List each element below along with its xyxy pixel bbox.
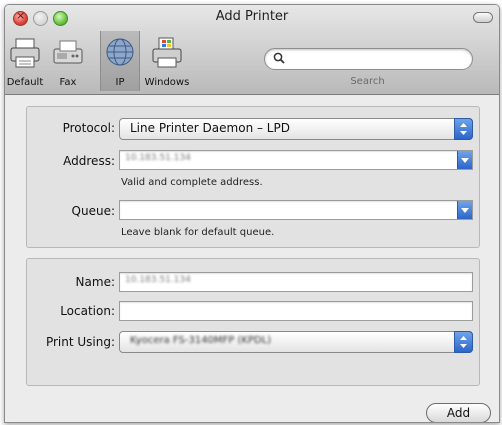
add-printer-window: Add Printer Default Fax xyxy=(4,4,500,423)
protocol-popup[interactable]: Line Printer Daemon – LPD xyxy=(119,118,473,140)
window-title: Add Printer xyxy=(215,9,289,24)
chevron-down-icon[interactable] xyxy=(457,151,472,169)
toolbar-item-fax-label: Fax xyxy=(59,77,77,88)
name-label: Name: xyxy=(75,275,115,289)
add-button[interactable]: Add xyxy=(426,403,491,422)
location-label: Location: xyxy=(60,304,115,318)
search-field[interactable] xyxy=(264,48,473,70)
print-using-value: Kyocera FS-3140MFP (KPDL) xyxy=(130,335,272,346)
toolbar-item-default[interactable]: Default xyxy=(5,31,45,91)
protocol-value: Line Printer Daemon – LPD xyxy=(130,121,290,135)
fax-icon xyxy=(53,40,83,64)
toolbar: Add Printer Default Fax xyxy=(5,5,499,95)
queue-combobox[interactable] xyxy=(119,200,473,220)
windows-printer-icon xyxy=(152,37,182,68)
address-value: 10.183.51.134 xyxy=(125,153,191,163)
toolbar-item-ip[interactable]: IP xyxy=(100,31,140,91)
name-value: 10.183.51.134 xyxy=(125,275,191,285)
chevron-down-icon[interactable] xyxy=(457,201,472,219)
address-label: Address: xyxy=(63,154,115,168)
toolbar-item-windows-label: Windows xyxy=(144,77,190,88)
up-down-arrows-icon xyxy=(454,331,473,353)
connection-group: Protocol: Line Printer Daemon – LPD Addr… xyxy=(26,106,480,248)
toolbar-item-ip-label: IP xyxy=(115,77,125,88)
location-field[interactable] xyxy=(119,301,473,321)
name-field[interactable]: 10.183.51.134 xyxy=(119,272,473,292)
queue-label: Queue: xyxy=(71,204,115,218)
globe-icon xyxy=(106,38,134,66)
print-using-label: Print Using: xyxy=(45,335,115,349)
toolbar-item-windows[interactable]: Windows xyxy=(141,31,193,91)
printer-icon xyxy=(10,38,40,68)
address-combobox[interactable]: 10.183.51.134 xyxy=(119,150,473,170)
search-label: Search xyxy=(350,76,385,87)
address-hint: Valid and complete address. xyxy=(121,177,263,188)
toolbar-item-fax[interactable]: Fax xyxy=(46,31,90,91)
up-down-arrows-icon xyxy=(454,118,473,140)
print-using-popup[interactable]: Kyocera FS-3140MFP (KPDL) xyxy=(119,331,473,353)
toolbar-toggle-button[interactable] xyxy=(473,12,493,23)
queue-hint: Leave blank for default queue. xyxy=(121,227,275,238)
search-icon xyxy=(273,52,285,64)
protocol-label: Protocol: xyxy=(62,121,115,135)
toolbar-item-default-label: Default xyxy=(6,77,44,88)
details-group: Name: 10.183.51.134 Location: Print Usin… xyxy=(26,258,480,386)
